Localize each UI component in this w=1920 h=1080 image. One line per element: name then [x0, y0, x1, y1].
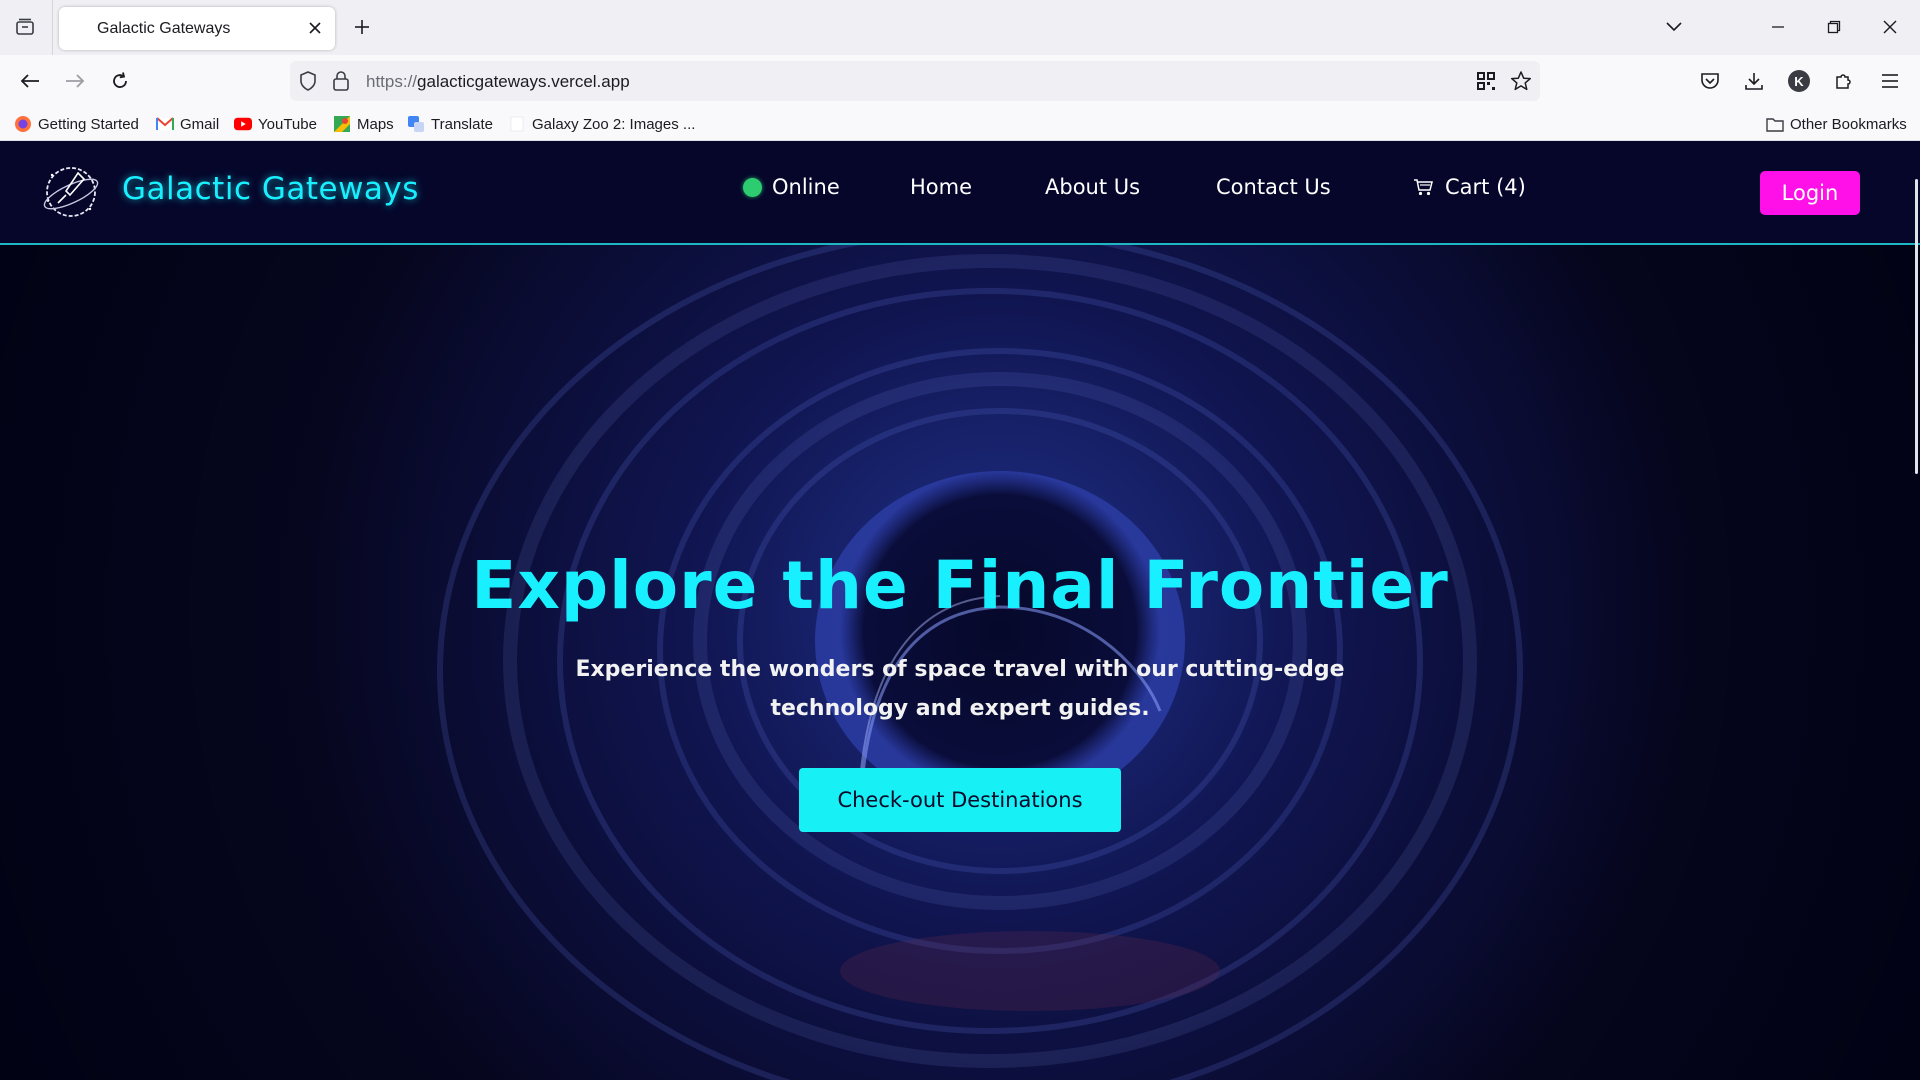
- close-icon: [309, 22, 321, 34]
- bookmark-label: Galaxy Zoo 2: Images ...: [532, 115, 696, 133]
- extensions-button[interactable]: [1828, 65, 1860, 97]
- download-icon: [1745, 73, 1763, 90]
- online-label: Online: [772, 175, 840, 199]
- cart-icon: [1414, 179, 1433, 196]
- avatar: K: [1788, 70, 1810, 92]
- tab-close-button[interactable]: [303, 16, 327, 40]
- arrow-left-icon: [20, 74, 39, 88]
- login-button[interactable]: Login: [1760, 171, 1860, 215]
- restore-button[interactable]: [1814, 10, 1854, 44]
- restore-icon: [1827, 20, 1841, 34]
- bookmark-maps[interactable]: Maps: [333, 113, 394, 135]
- hero-title: Explore the Final Frontier: [471, 547, 1449, 624]
- gmail-icon: [156, 115, 174, 133]
- url-text[interactable]: https://galacticgateways.vercel.app: [366, 72, 630, 92]
- bookmark-getting-started[interactable]: Getting Started: [14, 113, 139, 135]
- chevron-down-icon: [1666, 22, 1682, 32]
- browser-tab-bar: Galactic Gateways: [0, 0, 1920, 55]
- cart-label: Cart (4): [1445, 175, 1526, 199]
- nav-contact-link[interactable]: Contact Us: [1216, 175, 1331, 199]
- bookmark-translate[interactable]: Translate: [407, 113, 493, 135]
- bookmark-youtube[interactable]: YouTube: [234, 113, 317, 135]
- bookmark-star-icon[interactable]: [1510, 70, 1532, 97]
- arrow-right-icon: [66, 74, 85, 88]
- rocket-planet-icon: [43, 167, 99, 217]
- reload-button[interactable]: [104, 65, 136, 97]
- bookmark-gmail[interactable]: Gmail: [156, 113, 219, 135]
- brand-name[interactable]: Galactic Gateways: [122, 171, 419, 207]
- page-viewport: Galactic Gateways Online Home About Us C…: [0, 141, 1920, 1080]
- pocket-button[interactable]: [1694, 65, 1726, 97]
- nav-cart-link[interactable]: Cart (4): [1413, 175, 1526, 199]
- puzzle-icon: [1836, 74, 1851, 89]
- pocket-icon: [1701, 73, 1719, 89]
- close-icon: [1883, 20, 1897, 34]
- downloads-button[interactable]: [1738, 65, 1770, 97]
- url-host: galacticgateways.vercel.app: [417, 72, 630, 91]
- online-status-dot: [743, 177, 762, 197]
- folder-icon: [1766, 115, 1784, 133]
- tab-title: Galactic Gateways: [97, 20, 231, 37]
- bookmarks-bar: Getting Started Gmail YouTube Maps Trans…: [0, 106, 1920, 141]
- other-bookmarks-label: Other Bookmarks: [1790, 115, 1907, 133]
- nav-online-status: Online: [743, 175, 840, 199]
- tracking-protection-icon[interactable]: [298, 70, 318, 97]
- menu-button[interactable]: [1874, 65, 1906, 97]
- bookmark-label: Translate: [431, 115, 493, 133]
- browser-toolbar: https://galacticgateways.vercel.app K: [0, 55, 1920, 106]
- site-header: Galactic Gateways Online Home About Us C…: [0, 141, 1920, 245]
- nav-home-link[interactable]: Home: [910, 175, 972, 199]
- address-bar[interactable]: https://galacticgateways.vercel.app: [290, 61, 1540, 101]
- bookmark-label: Maps: [357, 115, 394, 133]
- firefox-icon: [14, 115, 32, 133]
- bookmark-label: Getting Started: [38, 115, 139, 133]
- maps-icon: [333, 115, 351, 133]
- hamburger-menu-icon: [1882, 74, 1898, 88]
- forward-button[interactable]: [59, 65, 91, 97]
- tab-divider: [52, 0, 53, 55]
- back-button[interactable]: [14, 65, 46, 97]
- active-tab[interactable]: Galactic Gateways: [59, 7, 335, 50]
- youtube-icon: [234, 115, 252, 133]
- bookmark-label: YouTube: [258, 115, 317, 133]
- new-tab-button[interactable]: [348, 13, 376, 41]
- url-protocol: https://: [366, 72, 418, 91]
- qr-code-icon[interactable]: [1476, 71, 1496, 96]
- nav-about-link[interactable]: About Us: [1045, 175, 1140, 199]
- tab-list-icon: [16, 18, 34, 35]
- tab-list-button[interactable]: [10, 12, 40, 42]
- hero-subtitle: Experience the wonders of space travel w…: [575, 657, 1345, 721]
- check-out-destinations-button[interactable]: Check-out Destinations: [799, 768, 1121, 832]
- tab-overflow-button[interactable]: [1654, 10, 1694, 44]
- reload-icon: [113, 72, 127, 88]
- minimize-button[interactable]: [1758, 10, 1798, 44]
- logo[interactable]: [40, 161, 102, 223]
- translate-icon: [407, 115, 425, 133]
- bookmark-label: Gmail: [180, 115, 220, 133]
- avatar-initial: K: [1794, 73, 1804, 89]
- account-button[interactable]: K: [1783, 65, 1815, 97]
- minimize-icon: [1772, 26, 1784, 28]
- bookmark-galaxy-zoo[interactable]: Galaxy Zoo 2: Images ...: [508, 113, 695, 135]
- page-icon: [508, 115, 526, 133]
- other-bookmarks-folder[interactable]: Other Bookmarks: [1766, 113, 1907, 135]
- plus-icon: [355, 20, 369, 34]
- close-window-button[interactable]: [1870, 10, 1910, 44]
- scrollbar-thumb[interactable]: [1915, 179, 1918, 474]
- lock-icon[interactable]: [332, 70, 350, 97]
